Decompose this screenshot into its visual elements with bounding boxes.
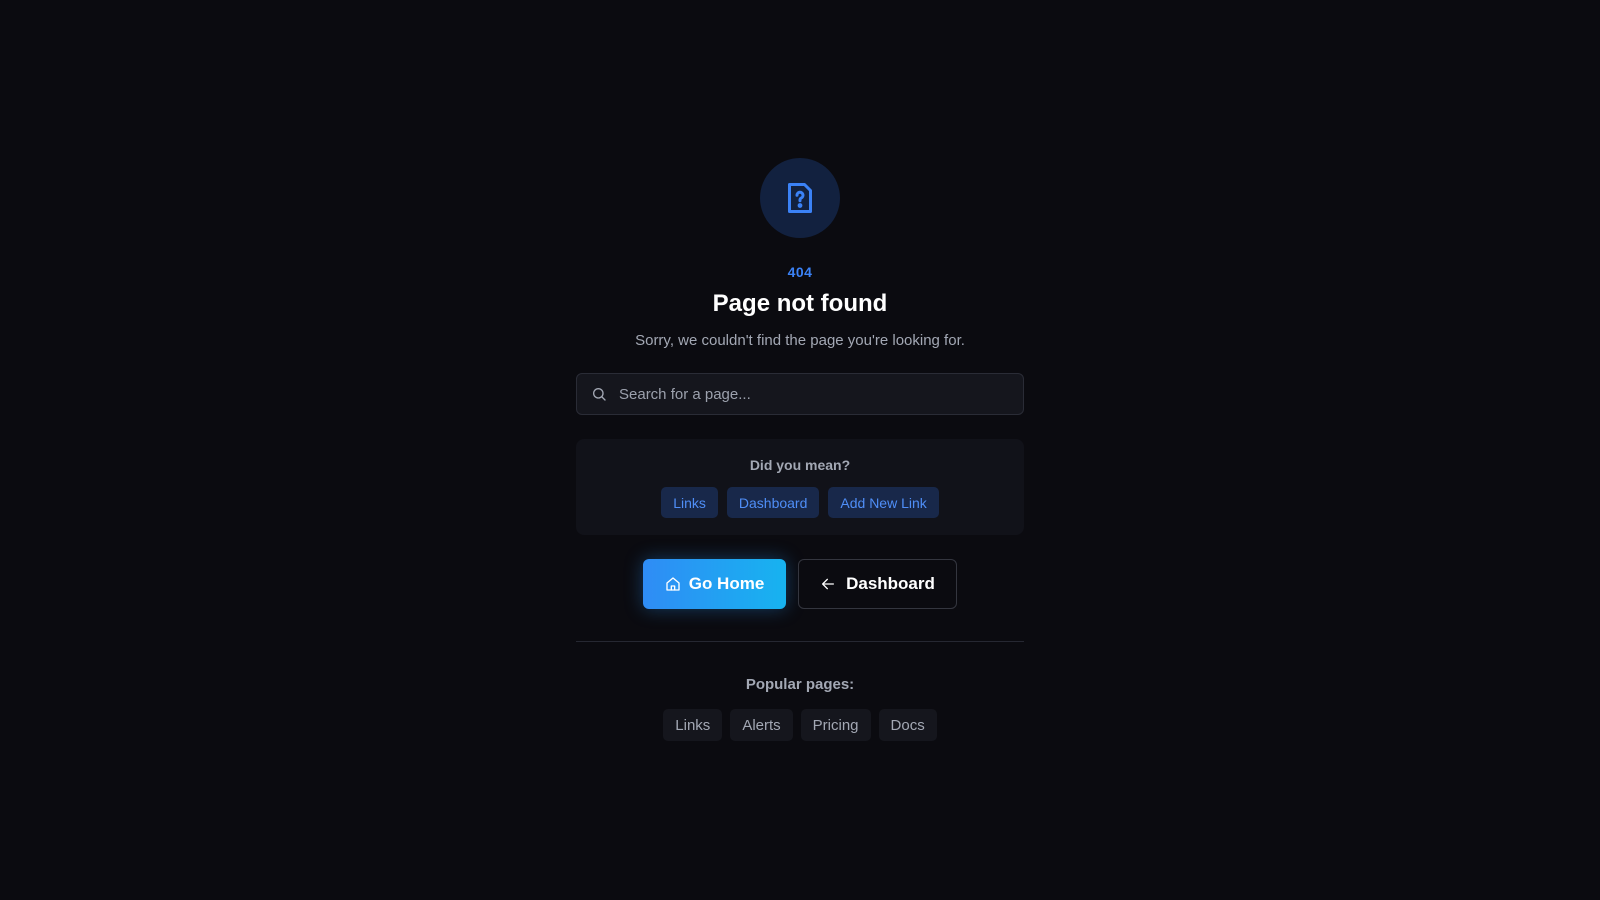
search-input[interactable] [619, 374, 1009, 414]
suggestions-label: Did you mean? [749, 457, 851, 473]
go-home-label: Go Home [688, 574, 765, 593]
dashboard-label: Dashboard [846, 574, 935, 593]
popular-pages-list: Links Alerts Pricing Docs [663, 709, 937, 741]
suggestion-chips: Links Dashboard Add New Link [661, 487, 939, 518]
popular-pricing[interactable]: Pricing [800, 709, 871, 741]
popular-docs[interactable]: Docs [878, 709, 937, 741]
error-code: 404 [787, 264, 813, 280]
search-box [576, 373, 1024, 415]
file-question-icon-badge [760, 158, 840, 238]
suggestion-links[interactable]: Links [661, 487, 718, 518]
suggestion-add-new-link[interactable]: Add New Link [828, 487, 939, 518]
go-home-button[interactable]: Go Home [643, 559, 786, 609]
suggestion-dashboard[interactable]: Dashboard [726, 487, 820, 518]
popular-links[interactable]: Links [663, 709, 723, 741]
file-question-icon [788, 183, 812, 213]
not-found-content: 404 Page not found Sorry, we couldn't fi… [576, 158, 1024, 741]
popular-alerts[interactable]: Alerts [730, 709, 793, 741]
page-title: Page not found [712, 290, 888, 317]
not-found-page: 404 Page not found Sorry, we couldn't fi… [0, 0, 1600, 900]
home-icon [665, 576, 681, 592]
search-icon [591, 386, 607, 402]
action-buttons: Go Home Dashboard [643, 559, 957, 609]
arrow-left-icon [820, 576, 836, 592]
back-to-dashboard-button[interactable]: Dashboard [798, 559, 957, 609]
suggestions-panel: Did you mean? Links Dashboard Add New Li… [576, 439, 1024, 535]
error-message: Sorry, we couldn't find the page you're … [635, 332, 965, 349]
popular-pages-label: Popular pages: [745, 676, 855, 693]
divider [576, 641, 1024, 642]
